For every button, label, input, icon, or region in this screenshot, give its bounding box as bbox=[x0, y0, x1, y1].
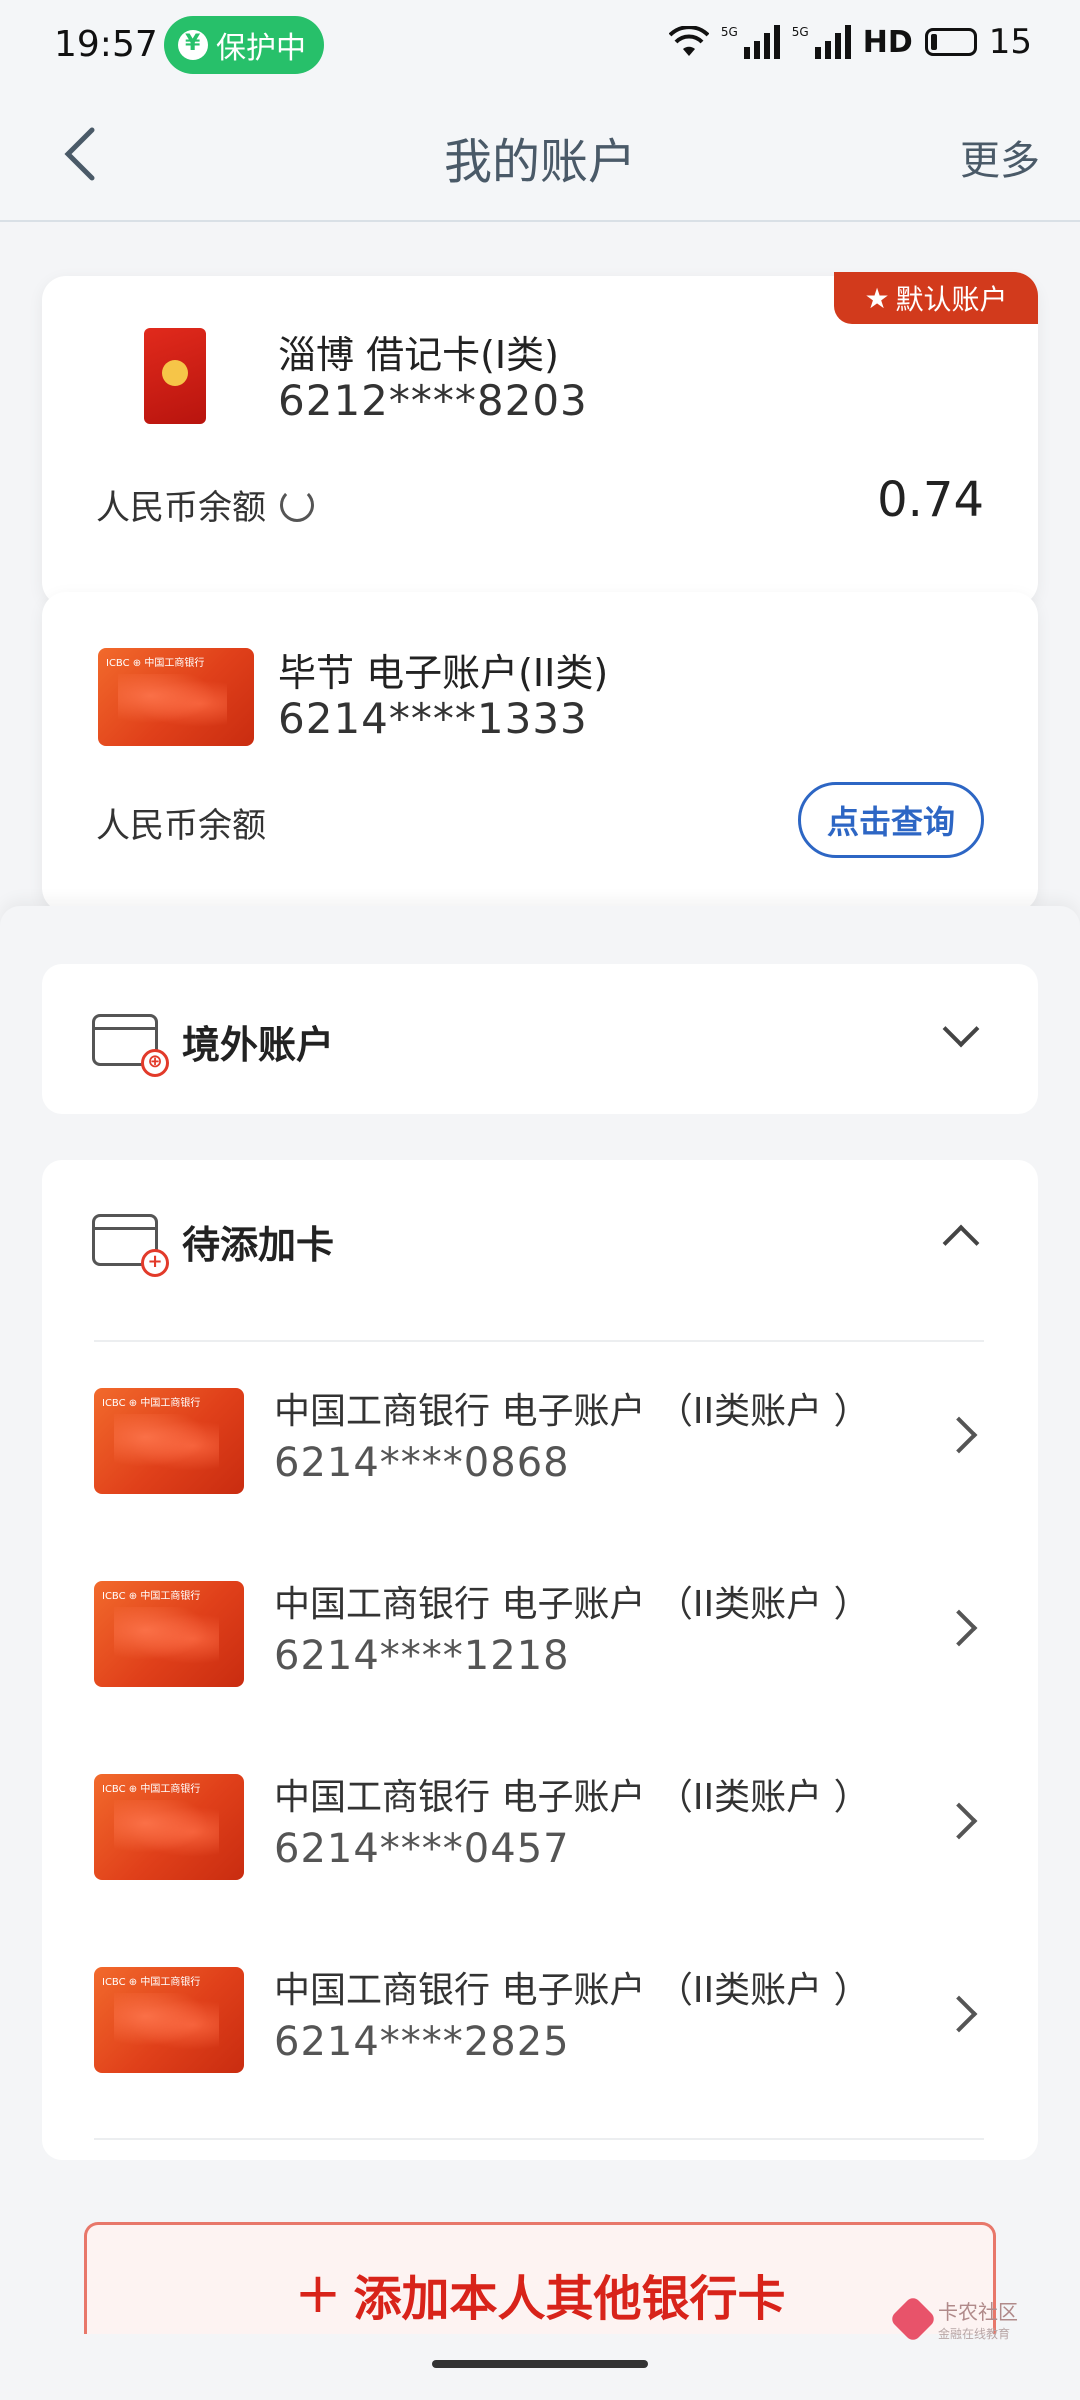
hd-icon: HD bbox=[862, 24, 913, 60]
pending-card-item[interactable]: ICBC ⊕ 中国工商银行 中国工商银行 电子账户 （II类账户 ） 6214*… bbox=[42, 1553, 1038, 1713]
pending-card-number: 6214****1218 bbox=[274, 1633, 570, 1679]
pending-card-number: 6214****0457 bbox=[274, 1826, 570, 1872]
app-header: 我的账户 更多 bbox=[0, 92, 1080, 222]
balance-label: 人民币余额 bbox=[96, 480, 314, 529]
status-time: 19:57 bbox=[54, 24, 158, 65]
pending-card-name: 中国工商银行 电子账户 （II类账户 ） bbox=[274, 1391, 870, 1432]
icbc-card-image: ICBC ⊕ 中国工商银行 bbox=[94, 1967, 244, 2073]
default-account-badge: ★ 默认账户 bbox=[834, 272, 1038, 324]
account-name: 淄博 借记卡(I类) bbox=[278, 333, 559, 377]
pending-title: 待添加卡 bbox=[182, 1223, 335, 1267]
pending-card-name: 中国工商银行 电子账户 （II类账户 ） bbox=[274, 1584, 870, 1625]
protect-badge[interactable]: 保护中 bbox=[164, 16, 324, 74]
account-name: 毕节 电子账户(II类) bbox=[278, 651, 609, 695]
pending-card-name: 中国工商银行 电子账户 （II类账户 ） bbox=[274, 1970, 870, 2011]
account-number: 6214****1333 bbox=[278, 694, 588, 743]
chevron-right-icon[interactable] bbox=[940, 1802, 978, 1840]
star-icon: ★ bbox=[864, 281, 890, 315]
account-card-default[interactable]: ★ 默认账户 淄博 借记卡(I类) 6212****8203 人民币余额 0.7… bbox=[42, 272, 1038, 606]
pending-card-number: 6214****2825 bbox=[274, 2019, 570, 2065]
chevron-right-icon[interactable] bbox=[940, 1995, 978, 2033]
divider bbox=[94, 2138, 984, 2140]
wifi-icon bbox=[668, 26, 709, 56]
chevron-right-icon[interactable] bbox=[940, 1416, 978, 1454]
overseas-title: 境外账户 bbox=[182, 1023, 335, 1067]
shield-icon bbox=[178, 30, 208, 60]
icbc-card-image: ICBC ⊕ 中国工商银行 bbox=[98, 648, 254, 746]
card-globe-icon: ⊕ bbox=[92, 1014, 169, 1077]
add-bank-card-label: 添加本人其他银行卡 bbox=[353, 2270, 786, 2327]
status-bar: 19:57 保护中 5G 5G HD 15 bbox=[0, 0, 1080, 92]
icbc-card-image: ICBC ⊕ 中国工商银行 bbox=[94, 1388, 244, 1494]
pending-card-name: 中国工商银行 电子账户 （II类账户 ） bbox=[274, 1777, 870, 1818]
divider bbox=[94, 1340, 984, 1342]
debit-card-image bbox=[144, 328, 206, 424]
pending-card-number: 6214****0868 bbox=[274, 1440, 570, 1486]
pending-card-item[interactable]: ICBC ⊕ 中国工商银行 中国工商银行 电子账户 （II类账户 ） 6214*… bbox=[42, 1746, 1038, 1906]
balance-label: 人民币余额 bbox=[96, 806, 266, 846]
watermark-logo-icon bbox=[888, 2294, 938, 2344]
battery-level: 15 bbox=[988, 22, 1032, 62]
more-button[interactable]: 更多 bbox=[960, 128, 1040, 186]
icbc-card-image: ICBC ⊕ 中国工商银行 bbox=[94, 1774, 244, 1880]
query-balance-button[interactable]: 点击查询 bbox=[798, 782, 984, 858]
account-number: 6212****8203 bbox=[278, 376, 588, 425]
signal-icon: 5G bbox=[792, 25, 851, 59]
signal-icon: 5G bbox=[721, 25, 780, 59]
page-title: 我的账户 bbox=[443, 134, 636, 190]
home-indicator[interactable] bbox=[432, 2360, 648, 2368]
account-card-electronic[interactable]: ICBC ⊕ 中国工商银行 毕节 电子账户(II类) 6214****1333 … bbox=[42, 592, 1038, 912]
chevron-up-icon[interactable] bbox=[942, 1224, 980, 1262]
protect-label: 保护中 bbox=[216, 31, 306, 66]
pending-card-item[interactable]: ICBC ⊕ 中国工商银行 中国工商银行 电子账户 （II类账户 ） 6214*… bbox=[42, 1360, 1038, 1520]
status-icons: 5G 5G HD 15 bbox=[668, 22, 1032, 62]
chevron-right-icon[interactable] bbox=[940, 1609, 978, 1647]
chevron-down-icon[interactable] bbox=[942, 1010, 980, 1048]
card-add-icon: + bbox=[92, 1214, 169, 1277]
plus-icon: + bbox=[294, 2261, 342, 2326]
refresh-icon[interactable] bbox=[280, 487, 314, 522]
watermark: 卡农社区 金融在线教育 bbox=[888, 2294, 1018, 2344]
pending-card-item[interactable]: ICBC ⊕ 中国工商银行 中国工商银行 电子账户 （II类账户 ） 6214*… bbox=[42, 1939, 1038, 2099]
icbc-card-image: ICBC ⊕ 中国工商银行 bbox=[94, 1581, 244, 1687]
overseas-accounts-section[interactable]: ⊕ 境外账户 bbox=[42, 964, 1038, 1114]
battery-icon bbox=[924, 28, 977, 56]
balance-value: 0.74 bbox=[877, 472, 984, 528]
